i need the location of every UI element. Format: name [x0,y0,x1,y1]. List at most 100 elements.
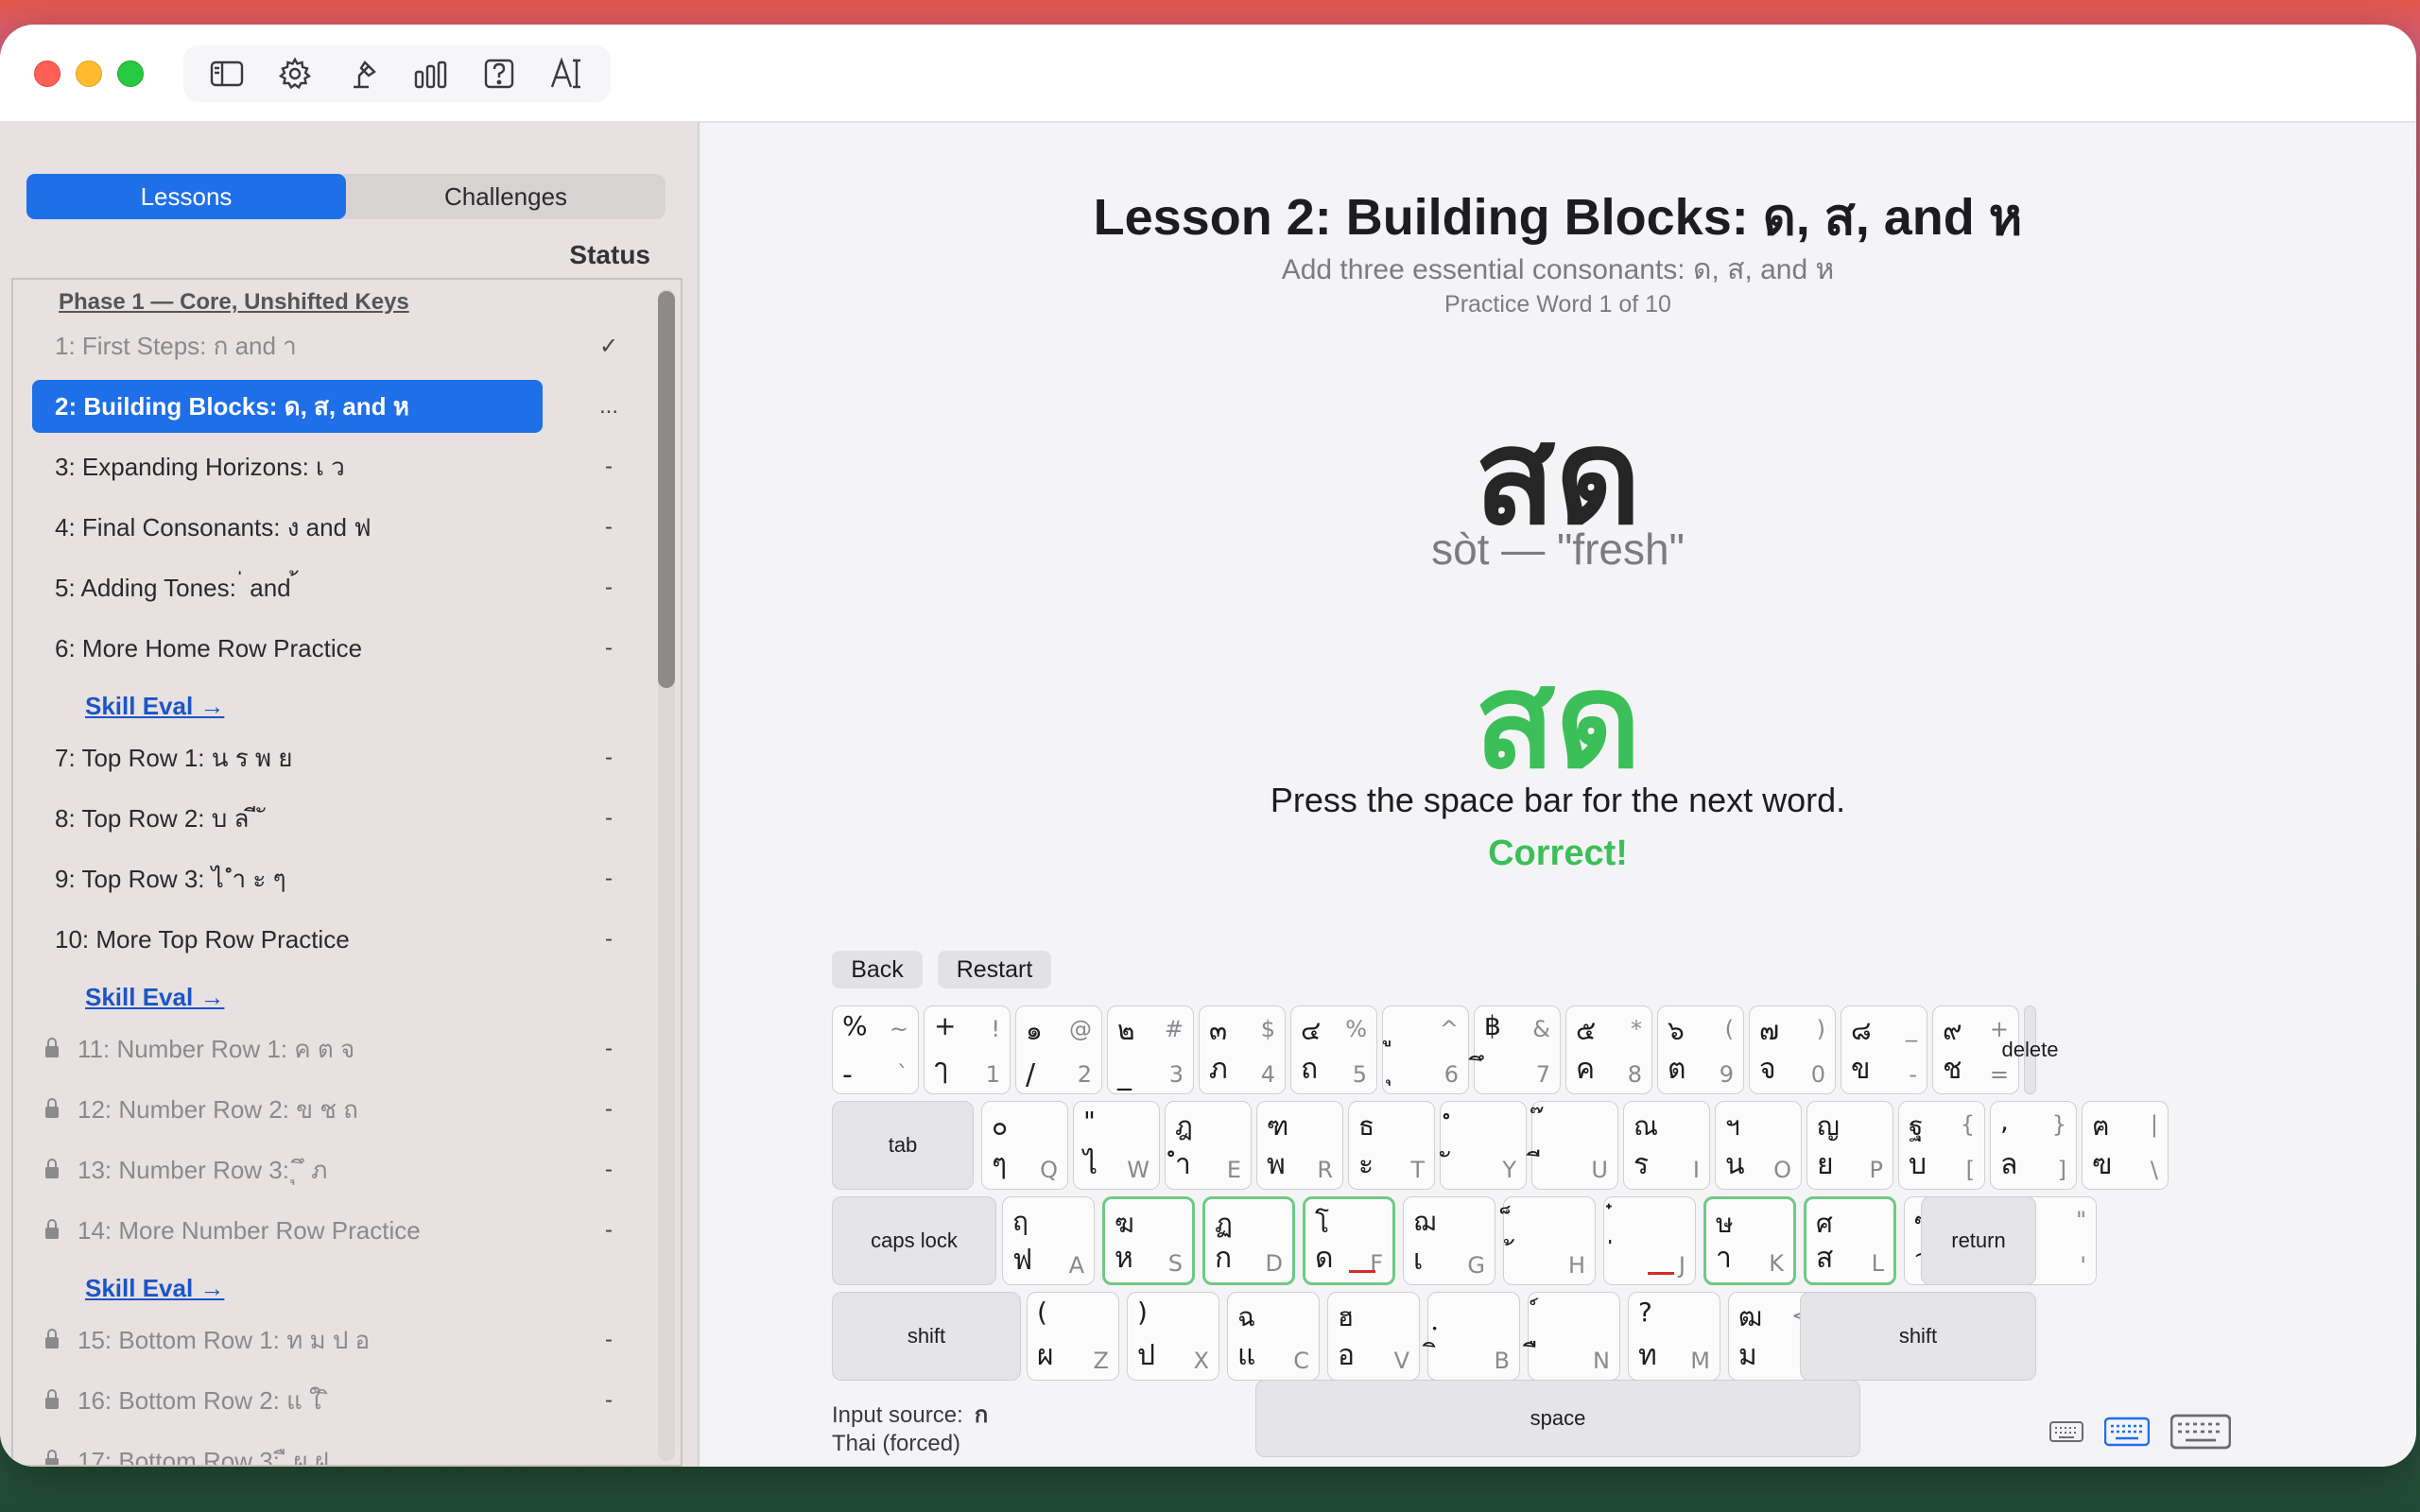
minimize-window-button[interactable] [76,60,102,87]
return-key[interactable]: return [1921,1196,2036,1285]
lesson-item-17[interactable]: 17: Bottom Row 3: ื ผ ฝ [32,1435,637,1465]
key-6[interactable]: ูุ^6 [1382,1005,1469,1094]
sidebar-toggle-button[interactable] [202,49,251,98]
space-key[interactable]: space [1255,1380,1860,1457]
stats-button[interactable] [406,49,456,98]
key-`[interactable]: % - ~ ` [832,1005,919,1094]
lamp-button[interactable] [338,49,388,98]
skill-eval-link[interactable]: Skill Eval → [85,1274,224,1303]
skill-eval-link[interactable]: Skill Eval → [85,983,224,1012]
key-7[interactable]: ฿ึ&7 [1474,1005,1561,1094]
feedback-message: Correct! [1488,833,1628,873]
skill-eval-link[interactable]: Skill Eval → [85,692,224,721]
key-3[interactable]: ๒ _ #3 [1107,1005,1194,1094]
key-legend: ฉ [1237,1301,1256,1332]
lesson-item-5[interactable]: 5: Adding Tones: ่ and ้ - [32,561,637,614]
key-z[interactable]: (ผ Z [1027,1292,1119,1381]
key-c[interactable]: ฉแ C [1227,1292,1320,1381]
scrollbar-thumb[interactable] [658,291,675,688]
lesson-status: ... [598,393,618,419]
key-i[interactable]: ณร I [1623,1101,1710,1190]
lesson-item-7[interactable]: 7: Top Row 1: น ร พ ย - [32,731,637,784]
key-v[interactable]: ฮอ V [1327,1292,1420,1381]
key-legend: Z [1093,1348,1109,1374]
key-k[interactable]: ษาK [1703,1196,1796,1285]
key-q[interactable]: ๐ๆ Q [981,1101,1068,1190]
key-r[interactable]: ฑพ R [1256,1101,1343,1190]
key-9[interactable]: ๖ต (9 [1657,1005,1744,1094]
key-legend: ' [2080,1252,2086,1279]
key-\[interactable]: ฅฃ | \ [2082,1101,2169,1190]
lesson-item-6[interactable]: 6: More Home Row Practice - [32,622,637,675]
key-[[interactable]: ฐบ {[ [1898,1101,1985,1190]
key-0[interactable]: ๗จ) 0 [1749,1005,1836,1094]
lesson-status: - [605,514,613,540]
lesson-item-8[interactable]: 8: Top Row 2: บ ล ี ั - [32,792,637,845]
key-y[interactable]: ํัY [1440,1101,1527,1190]
help-button[interactable] [475,49,524,98]
lock-icon [45,1450,59,1465]
delete-key[interactable]: delete [2002,1005,2058,1094]
key-m[interactable]: ? ท M [1628,1292,1720,1381]
back-button[interactable]: Back [832,951,923,988]
key-w[interactable]: " ไ W [1073,1101,1160,1190]
keyboard-small-button[interactable] [2049,1420,2083,1448]
lesson-item-3[interactable]: 3: Expanding Horizons: เ ว - [32,440,637,493]
key-legend: ไ [1083,1148,1098,1181]
lesson-item-10[interactable]: 10: More Top Row Practice - [32,913,637,966]
key-2[interactable]: ๑ / @2 [1015,1005,1102,1094]
tab-key[interactable]: tab [832,1101,974,1190]
key-][interactable]: , ล}] [1990,1101,2077,1190]
restart-button[interactable]: Restart [938,951,1051,988]
key-n[interactable]: ์ืN [1528,1292,1620,1381]
key-d[interactable]: ฏกD [1202,1196,1295,1285]
lesson-item-12[interactable]: 12: Number Row 2: ข ช ถ - [32,1083,637,1136]
lesson-item-13[interactable]: 13: Number Row 3: ุ ึ ภ - [32,1143,637,1196]
key-g[interactable]: ฌเ G [1403,1196,1495,1285]
keyboard-medium-button[interactable] [2103,1417,2151,1452]
key-legend: ฅ [2092,1110,2110,1142]
key-e[interactable]: ฎำ E [1165,1101,1252,1190]
font-button[interactable] [543,49,592,98]
lesson-item-11[interactable]: 11: Number Row 1: ค ต จ - [32,1022,637,1075]
settings-button[interactable] [270,49,320,98]
zoom-window-button[interactable] [117,60,144,87]
lesson-item-9[interactable]: 9: Top Row 3: ไ ำ ะ ๆ - [32,852,637,905]
key-t[interactable]: ธะ T [1348,1101,1435,1190]
key-o[interactable]: ฯน O [1715,1101,1802,1190]
tab-lessons[interactable]: Lessons [26,174,346,219]
key--[interactable]: ๘ข _ - [1841,1005,1927,1094]
key-8[interactable]: ๕ค * 8 [1565,1005,1652,1094]
key-1[interactable]: + ๅ! 1 [924,1005,1011,1094]
caps-lock-key[interactable]: caps lock [832,1196,996,1285]
key-s[interactable]: ฆหS [1102,1196,1195,1285]
key-p[interactable]: ญย P [1806,1101,1893,1190]
key-u[interactable]: ๊ีU [1531,1101,1618,1190]
tab-challenges[interactable]: Challenges [346,174,666,219]
key-a[interactable]: ฤฟ A [1002,1196,1095,1285]
lesson-item-1[interactable]: 1: First Steps: ก and า ✓ [32,319,637,372]
key-h[interactable]: ็้H [1503,1196,1596,1285]
key-4[interactable]: ๓ภ $4 [1199,1005,1286,1094]
lesson-item-4[interactable]: 4: Final Consonants: ง and ฟ - [32,501,637,554]
key-l[interactable]: ศสL [1804,1196,1896,1285]
key-legend: X [1193,1348,1209,1374]
key-j[interactable]: ๋่J [1603,1196,1696,1285]
right-shift-key[interactable]: shift [1800,1292,2036,1381]
key-legend: ฤ [1012,1206,1028,1237]
left-shift-key[interactable]: shift [832,1292,1021,1381]
lesson-item-16[interactable]: 16: Bottom Row 2: แ ใ ิ - [32,1374,637,1427]
close-window-button[interactable] [34,60,60,87]
key-f[interactable]: โดF [1303,1196,1395,1285]
key-x[interactable]: ) ป X [1127,1292,1219,1381]
lesson-item-14[interactable]: 14: More Number Row Practice - [32,1204,637,1257]
lesson-item-2[interactable]: 2: Building Blocks: ด, ส, and ห ... [32,380,637,433]
key-legend: ำ [1175,1148,1191,1181]
key-5[interactable]: ๔ถ% 5 [1290,1005,1377,1094]
lesson-item-15[interactable]: 15: Bottom Row 1: ท ม ป อ - [32,1314,637,1366]
key-b[interactable]: ฺิB [1427,1292,1520,1381]
gear-icon [278,57,312,90]
sidebar-scrollbar[interactable] [658,289,675,1461]
key-legend: ท [1638,1339,1657,1372]
keyboard-large-button[interactable] [2169,1414,2232,1454]
